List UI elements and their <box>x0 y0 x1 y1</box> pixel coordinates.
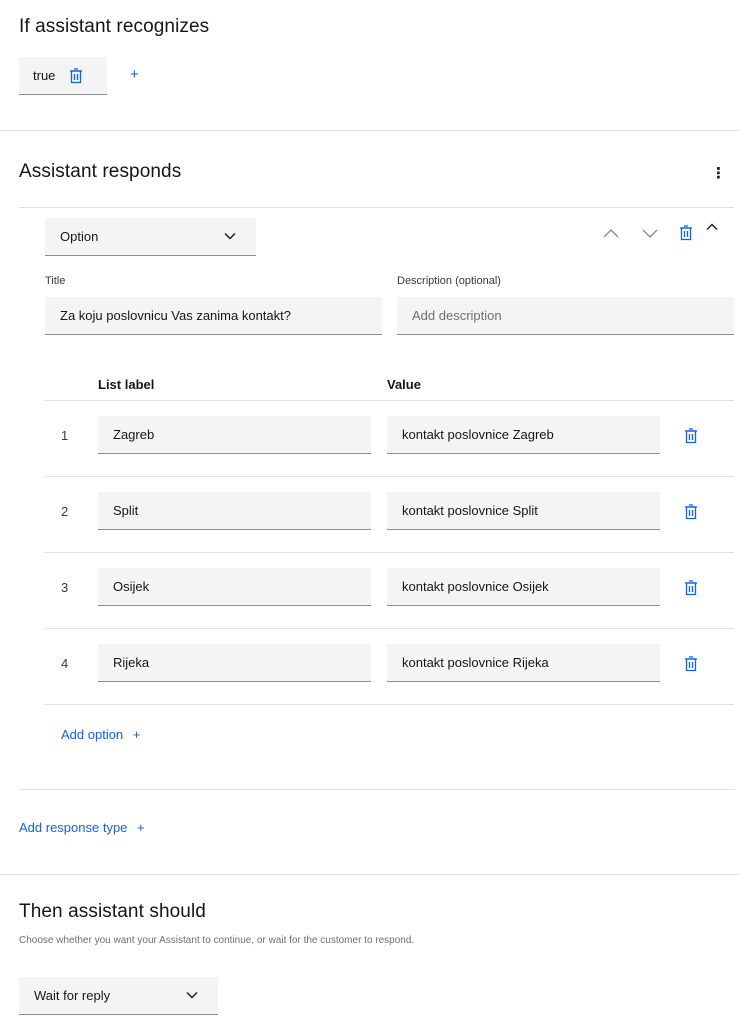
row-number: 2 <box>61 504 69 519</box>
description-placeholder: Add description <box>412 308 502 323</box>
description-input[interactable]: Add description <box>397 297 734 335</box>
description-label: Description (optional) <box>397 275 501 287</box>
then-title: Then assistant should <box>19 901 206 922</box>
add-option-button[interactable]: Add option + <box>61 727 140 742</box>
title-input[interactable]: Za koju poslovnicu Vas zanima kontakt? <box>45 297 382 335</box>
chevron-down-icon <box>224 232 236 240</box>
title-label: Title <box>45 275 66 287</box>
responds-title: Assistant responds <box>19 161 182 182</box>
then-description: Choose whether you want your Assistant t… <box>19 935 415 946</box>
table-row: 1 Zagreb kontakt poslovnice Zagreb <box>45 401 734 477</box>
row-number: 4 <box>61 656 69 671</box>
list-label-input[interactable]: Zagreb <box>98 416 371 454</box>
column-header-list-label: List label <box>98 377 155 392</box>
add-option-label: Add option <box>61 727 124 742</box>
add-condition-plus-icon[interactable]: + <box>130 66 139 83</box>
option-value: kontakt poslovnice Split <box>402 503 538 518</box>
option-value: kontakt poslovnice Osijek <box>402 579 549 594</box>
option-value-input[interactable]: kontakt poslovnice Split <box>387 492 660 530</box>
list-label-value: Zagreb <box>113 427 155 442</box>
option-value-input[interactable]: kontakt poslovnice Osijek <box>387 568 660 606</box>
trash-icon[interactable] <box>679 225 693 241</box>
then-action-value: Wait for reply <box>34 988 111 1003</box>
trash-icon[interactable] <box>69 67 83 84</box>
row-number: 3 <box>61 580 69 595</box>
then-action-dropdown[interactable]: Wait for reply <box>19 977 218 1015</box>
add-response-type-label: Add response type <box>19 820 128 835</box>
add-response-type-button[interactable]: Add response type + <box>19 820 145 835</box>
recognizes-title: If assistant recognizes <box>19 16 210 37</box>
condition-tag[interactable]: true <box>19 57 107 95</box>
column-header-value: Value <box>387 377 421 392</box>
option-value-input[interactable]: kontakt poslovnice Rijeka <box>387 644 660 682</box>
condition-value: true <box>33 68 56 83</box>
table-row: 2 Split kontakt poslovnice Split <box>45 477 734 553</box>
list-label-input[interactable]: Osijek <box>98 568 371 606</box>
table-row: 3 Osijek kontakt poslovnice Osijek <box>45 553 734 629</box>
option-value-input[interactable]: kontakt poslovnice Zagreb <box>387 416 660 454</box>
plus-icon: + <box>137 820 145 835</box>
section-divider <box>0 874 740 875</box>
response-divider <box>19 207 734 208</box>
trash-icon[interactable] <box>684 504 698 520</box>
option-value: kontakt poslovnice Zagreb <box>402 427 554 442</box>
overflow-menu-icon[interactable]: ⋮ <box>711 164 726 182</box>
response-end-divider <box>19 789 734 790</box>
response-type-dropdown[interactable]: Option <box>45 218 256 256</box>
row-number: 1 <box>61 428 69 443</box>
trash-icon[interactable] <box>684 580 698 596</box>
move-up-icon[interactable] <box>603 228 619 238</box>
option-value: kontakt poslovnice Rijeka <box>402 655 549 670</box>
section-divider <box>0 130 740 131</box>
chevron-up-icon[interactable] <box>706 223 718 231</box>
list-label-input[interactable]: Rijeka <box>98 644 371 682</box>
list-label-input[interactable]: Split <box>98 492 371 530</box>
chevron-down-icon <box>186 991 198 999</box>
trash-icon[interactable] <box>684 428 698 444</box>
list-label-value: Osijek <box>113 579 150 594</box>
move-down-icon[interactable] <box>642 229 658 239</box>
list-label-value: Rijeka <box>113 655 150 670</box>
plus-icon: + <box>132 727 141 742</box>
title-value: Za koju poslovnicu Vas zanima kontakt? <box>60 308 291 323</box>
row-divider <box>45 704 734 705</box>
response-type-value: Option <box>60 229 99 244</box>
list-label-value: Split <box>113 503 139 518</box>
trash-icon[interactable] <box>684 656 698 672</box>
table-row: 4 Rijeka kontakt poslovnice Rijeka <box>45 629 734 705</box>
